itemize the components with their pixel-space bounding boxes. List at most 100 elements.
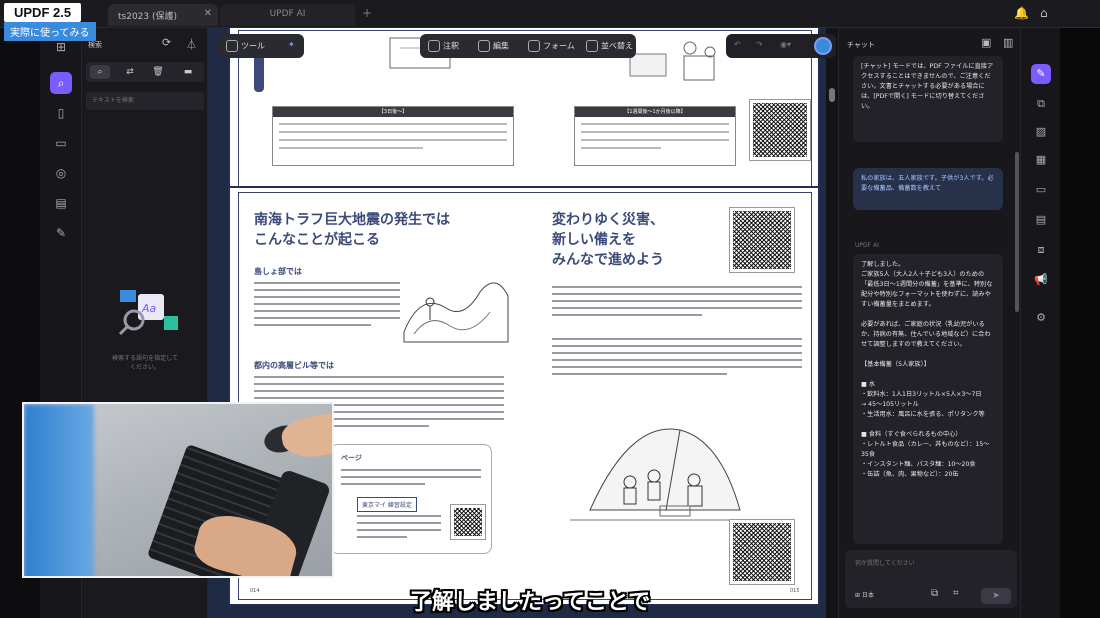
body-text-islands bbox=[254, 282, 400, 331]
zoom-dropdown-icon[interactable]: ◉▾ bbox=[780, 40, 791, 49]
folder-icon[interactable]: ▤ bbox=[1031, 210, 1051, 230]
edit-button[interactable]: 編集 bbox=[478, 40, 509, 52]
tab-close-icon[interactable]: ✕ bbox=[204, 8, 212, 19]
tools-button[interactable]: ツール bbox=[226, 40, 265, 52]
tools-label: ツール bbox=[241, 41, 265, 51]
language-mode-label: 日本 bbox=[861, 592, 874, 599]
tools-icon bbox=[226, 40, 238, 52]
document-scroll-thumb[interactable] bbox=[829, 88, 835, 102]
subheading-islands: 島しょ部では bbox=[254, 267, 302, 276]
protect-icon[interactable]: ▦ bbox=[1031, 150, 1051, 170]
text-search-icon[interactable]: ⌕ bbox=[90, 65, 110, 79]
info-box-3days-head: 【3日後〜】 bbox=[273, 107, 513, 117]
language-mode-button[interactable]: ⊞ 日本 bbox=[855, 590, 874, 599]
form-button[interactable]: フォーム bbox=[528, 40, 575, 52]
search-illustration-icon: Aa bbox=[118, 290, 178, 336]
share-icon[interactable]: ⧈ bbox=[1031, 240, 1051, 260]
add-tab-icon[interactable]: + bbox=[362, 6, 372, 20]
body-text-right-1 bbox=[552, 286, 802, 321]
info-box-3days: 【3日後〜】 bbox=[272, 106, 514, 166]
main-toolbar: 注釈 編集 フォーム 並べ替え bbox=[420, 34, 636, 58]
account-icon[interactable]: ⌂ bbox=[1040, 6, 1048, 20]
book-icon[interactable]: ▥ bbox=[1003, 36, 1013, 49]
search-refresh-icon[interactable]: ⟳ bbox=[162, 36, 171, 49]
comment-button[interactable]: 注釈 bbox=[428, 40, 459, 52]
ai-sender-label: UPDF AI bbox=[855, 242, 879, 249]
webcam-overlay bbox=[22, 402, 334, 578]
qr-code[interactable] bbox=[749, 99, 811, 161]
subheading-highrise: 都内の高層ビル等では bbox=[254, 361, 334, 370]
chat-scrollbar[interactable] bbox=[1015, 152, 1019, 312]
bell-icon[interactable]: 🔔 bbox=[1014, 6, 1029, 20]
paperclip-icon[interactable]: ✎ bbox=[50, 222, 72, 244]
delete-icon[interactable]: 🗑 bbox=[148, 65, 168, 79]
right-tool-rail: ✎ ⧉ ▨ ▦ ▭ ▤ ⧈ 📢 ⚙ bbox=[1020, 28, 1060, 618]
convert-icon[interactable]: ▨ bbox=[1031, 122, 1051, 142]
tab-document[interactable]: ts2023 (保護) ✕ bbox=[108, 4, 218, 26]
tab-document-label: ts2023 (保護) bbox=[118, 12, 178, 22]
search-input[interactable] bbox=[86, 92, 204, 110]
search-icon[interactable]: ⌕ bbox=[50, 72, 72, 94]
send-button[interactable]: ➤ bbox=[981, 588, 1011, 604]
ai-assistant-icon[interactable] bbox=[814, 37, 832, 55]
chat-message-user: 私の家族は、五人家族です。子供が3人です。必要な備蓄品、備蓄数を教えて bbox=[853, 168, 1003, 210]
video-subtitle: 了解しましたってことで bbox=[410, 590, 651, 615]
edit-label: 編集 bbox=[493, 41, 509, 51]
form-label: フォーム bbox=[543, 41, 575, 51]
screenshot-icon[interactable]: ⌗ bbox=[953, 588, 959, 599]
gear-icon[interactable]: ⚙ bbox=[1031, 308, 1051, 328]
info-box-1week-head: 【1週間後〜1か月後以降】 bbox=[575, 107, 735, 117]
organize-button[interactable]: 並べ替え bbox=[586, 40, 633, 52]
screen-edge bbox=[1060, 0, 1100, 618]
ai-chat-icon[interactable]: ✎ bbox=[1031, 64, 1051, 84]
body-text-right-2 bbox=[552, 338, 802, 380]
comment-tool-icon bbox=[428, 40, 440, 52]
grid-mode-icon: ⊞ bbox=[855, 592, 862, 599]
page-number: 014 bbox=[250, 588, 260, 594]
undo-icon[interactable]: ↶ bbox=[734, 40, 741, 49]
tools-toolbar: ツール ✦ bbox=[218, 34, 304, 58]
form-icon bbox=[528, 40, 540, 52]
comment-label: 注釈 bbox=[443, 41, 459, 51]
heading-nankai: 南海トラフ巨大地震の発生では こんなことが起こる bbox=[254, 212, 450, 248]
mypage-box: ページ 東京マイ 練習設定 bbox=[330, 444, 492, 554]
megaphone-icon[interactable]: 📢 bbox=[1031, 270, 1051, 290]
page-icon[interactable]: ▯ bbox=[50, 102, 72, 124]
tsunami-illustration bbox=[403, 282, 509, 343]
mypage-stamp: 東京マイ 練習設定 bbox=[357, 497, 417, 512]
tab-updf-ai-label: UPDF AI bbox=[269, 9, 306, 19]
redact-icon[interactable]: ▬ bbox=[178, 65, 198, 79]
tab-updf-ai[interactable]: UPDF AI bbox=[220, 4, 355, 26]
send-icon: ➤ bbox=[992, 591, 1000, 601]
organize-label: 並べ替え bbox=[601, 41, 633, 51]
chat-input[interactable]: 何か質問してください bbox=[855, 558, 915, 567]
qr-code[interactable] bbox=[450, 504, 486, 540]
organize-icon bbox=[586, 40, 598, 52]
tent-family-illustration bbox=[570, 428, 760, 521]
ocr-icon[interactable]: ⧉ bbox=[1031, 94, 1051, 114]
tab-bar: ts2023 (保護) ✕ UPDF AI + 🔔 ⌂ bbox=[0, 0, 1100, 28]
qr-code[interactable] bbox=[729, 519, 795, 585]
comment-icon[interactable]: ◎ bbox=[50, 162, 72, 184]
replace-icon[interactable]: ⇄ bbox=[120, 65, 140, 79]
image-upload-icon[interactable]: ⧉ bbox=[931, 588, 938, 599]
ai-sparkle-icon[interactable]: ✦ bbox=[288, 40, 295, 49]
briefcase-icon[interactable]: ▣ bbox=[981, 36, 991, 49]
chat-panel: チャット ▣ ▥ [チャット] モードでは、PDF ファイルに直接アクセスするこ… bbox=[838, 28, 1020, 618]
filter-icon[interactable]: ⏃ bbox=[186, 36, 197, 52]
search-hint: 検索する語句を指定して ください。 bbox=[112, 355, 178, 371]
bookmark-icon[interactable]: ▭ bbox=[50, 132, 72, 154]
attachment-list-icon[interactable]: ▤ bbox=[50, 192, 72, 214]
compress-icon[interactable]: ▭ bbox=[1031, 180, 1051, 200]
redo-icon[interactable]: ↷ bbox=[756, 40, 763, 49]
chat-title: チャット bbox=[847, 41, 875, 49]
search-panel-title: 検索 bbox=[88, 41, 102, 49]
brand-badge: UPDF 2.5 bbox=[4, 3, 82, 22]
document-scrollbar[interactable] bbox=[826, 28, 838, 618]
edit-icon bbox=[478, 40, 490, 52]
qr-code[interactable] bbox=[729, 207, 795, 273]
chat-input-box[interactable]: 何か質問してください ⊞ 日本 ⧉ ⌗ ➤ bbox=[845, 550, 1017, 608]
sub-badge: 実際に使ってみる bbox=[4, 22, 96, 41]
history-toolbar: ↶ ↷ ◉▾ bbox=[726, 34, 836, 58]
hand-image bbox=[279, 410, 332, 462]
